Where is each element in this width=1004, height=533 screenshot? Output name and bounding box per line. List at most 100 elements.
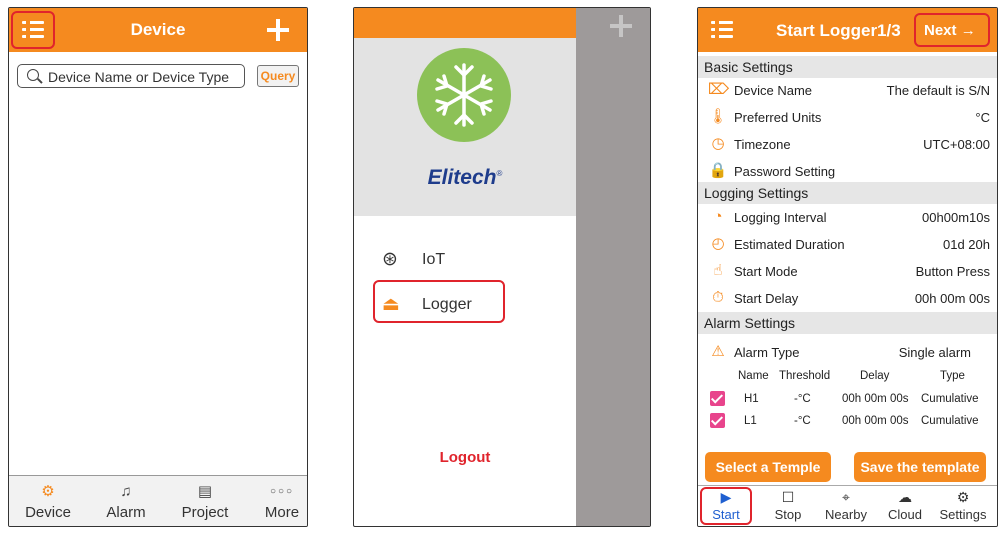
tab-device-label: Device — [25, 504, 71, 521]
setting-label: Alarm Type — [734, 345, 800, 360]
compass-icon: ⌖ — [842, 489, 850, 505]
tab-alarm[interactable]: ♫ Alarm — [99, 482, 153, 521]
device-header: Device — [9, 8, 307, 52]
device-tab-bar: ⚙ Device ♫ Alarm ▤ Project ○○○ More — [9, 475, 307, 526]
tab-settings[interactable]: ⚙ Settings — [936, 489, 990, 522]
tab-settings-label: Settings — [939, 507, 987, 522]
hand-press-icon: ☝ — [713, 262, 723, 279]
setting-row-preferred-units[interactable]: 🌡 Preferred Units °C — [698, 105, 997, 131]
tab-nearby-label: Nearby — [825, 507, 867, 522]
tab-start[interactable]: ▶ Start — [704, 489, 748, 522]
table-row[interactable]: H1 -°C 00h 00m 00s Cumulative — [698, 391, 997, 411]
setting-label: Preferred Units — [734, 110, 822, 125]
tab-nearby[interactable]: ⌖ Nearby — [822, 489, 870, 522]
alarm-threshold: -°C — [794, 393, 811, 405]
add-device-icon[interactable] — [267, 19, 289, 41]
setting-label: Logging Interval — [734, 210, 827, 225]
select-template-button[interactable]: Select a Temple — [705, 452, 831, 482]
query-button[interactable]: Query — [257, 65, 299, 87]
tab-more[interactable]: ○○○ More — [259, 482, 305, 521]
tab-cloud-label: Cloud — [888, 507, 922, 522]
logger-header: Start Logger1/3 Next → — [698, 8, 997, 52]
alarm-threshold: -°C — [794, 415, 811, 427]
stopwatch-icon: ⏱ — [712, 289, 724, 306]
tab-stop-label: Stop — [774, 507, 802, 522]
snowflake-logo-icon — [417, 48, 511, 142]
alarm-col-name: Name — [738, 370, 769, 382]
more-dots-icon: ○○○ — [269, 486, 295, 497]
menu-top-bar — [354, 8, 576, 38]
setting-value: °C — [975, 110, 990, 125]
lock-icon: 🔒 — [708, 162, 728, 179]
dimmed-plus-icon — [610, 15, 632, 37]
setting-value: Single alarm — [898, 345, 971, 360]
side-menu-screen: Elitech® ⊛ IoT ⏏ Logger Logout — [353, 7, 651, 527]
logger-icon: ⏏ — [382, 294, 400, 315]
setting-row-logging-interval[interactable]: ◔ Logging Interval 00h00m10s — [698, 205, 997, 231]
globe-icon: ⊛ — [382, 249, 398, 270]
setting-label: Start Delay — [734, 291, 799, 306]
stop-icon: ☐ — [781, 489, 795, 505]
setting-row-device-name[interactable]: ⌦ Device Name The default is S/N — [698, 78, 997, 104]
alarm-col-delay: Delay — [860, 370, 890, 382]
setting-value: The default is S/N — [886, 83, 990, 98]
setting-label: Timezone — [734, 137, 791, 152]
setting-value: UTC+08:00 — [923, 137, 990, 152]
alarm-checkbox[interactable] — [710, 413, 725, 428]
setting-row-timezone[interactable]: ◷ Timezone UTC+08:00 — [698, 132, 997, 158]
setting-value: 00h 00m 00s — [914, 291, 990, 306]
tab-alarm-label: Alarm — [106, 504, 146, 521]
menu-item-iot-label: IoT — [422, 250, 446, 268]
interval-clock-icon: ◔ — [713, 208, 723, 225]
logout-button[interactable]: Logout — [354, 449, 576, 466]
setting-value: 00h00m10s — [922, 210, 990, 225]
menu-item-iot[interactable]: ⊛ IoT — [382, 248, 445, 271]
tab-device[interactable]: ⚙ Device — [21, 482, 75, 521]
setting-label: Estimated Duration — [734, 237, 845, 252]
setting-row-alarm-type[interactable]: ⚠ Alarm Type Single alarm — [698, 340, 997, 366]
thermometer-icon: 🌡 — [708, 108, 728, 125]
search-icon — [27, 69, 39, 81]
alarm-table-header: Name Threshold Delay Type — [698, 370, 997, 386]
search-placeholder: Device Name or Device Type — [48, 69, 230, 85]
alarm-type: Cumulative — [921, 415, 979, 427]
menu-brand-panel: Elitech® — [354, 38, 576, 216]
tag-icon: ⌦ — [708, 81, 730, 98]
tab-stop[interactable]: ☐ Stop — [768, 489, 808, 522]
setting-row-start-mode[interactable]: ☝ Start Mode Button Press — [698, 259, 997, 285]
setting-value: 01d 20h — [943, 237, 990, 252]
project-doc-icon: ▤ — [197, 483, 213, 500]
alarm-name: H1 — [744, 393, 759, 405]
next-label: Next — [924, 22, 957, 39]
device-screen: Device Device Name or Device Type Query … — [8, 7, 308, 527]
dimmed-overlay[interactable] — [576, 8, 650, 526]
alarm-col-threshold: Threshold — [779, 370, 831, 382]
alarm-checkbox[interactable] — [710, 391, 725, 406]
setting-value: Button Press — [915, 264, 990, 279]
search-input[interactable]: Device Name or Device Type — [17, 64, 245, 88]
menu-item-logger[interactable]: ⏏ Logger — [382, 293, 472, 316]
save-template-button[interactable]: Save the template — [854, 452, 986, 482]
alarm-name: L1 — [744, 415, 757, 427]
table-row[interactable]: L1 -°C 00h 00m 00s Cumulative — [698, 413, 997, 433]
settings-gear-icon: ⚙ — [956, 489, 970, 505]
alarm-siren-icon: ⚠ — [711, 343, 725, 360]
brand-logo: Elitech® — [427, 166, 503, 189]
next-button[interactable]: Next → — [924, 22, 976, 39]
section-basic-settings: Basic Settings — [698, 56, 997, 78]
tab-project-label: Project — [181, 504, 229, 521]
alarm-delay: 00h 00m 00s — [842, 415, 909, 427]
tab-cloud[interactable]: ☁ Cloud — [884, 489, 926, 522]
logger-tab-bar: ▶ Start ☐ Stop ⌖ Nearby ☁ Cloud ⚙ Settin… — [698, 485, 997, 526]
clock-icon: ◷ — [711, 135, 725, 152]
setting-row-start-delay[interactable]: ⏱ Start Delay 00h 00m 00s — [698, 286, 997, 312]
play-icon: ▶ — [720, 489, 732, 505]
cloud-icon: ☁ — [898, 489, 912, 505]
menu-icon[interactable] — [711, 21, 733, 39]
tab-project[interactable]: ▤ Project — [175, 482, 235, 521]
start-logger-screen: Start Logger1/3 Next → Basic Settings ⌦ … — [697, 7, 998, 527]
device-gear-icon: ⚙ — [41, 483, 55, 500]
page-title: Start Logger1/3 — [776, 21, 901, 40]
bell-icon: ♫ — [120, 483, 132, 500]
setting-row-estimated-duration: ◴ Estimated Duration 01d 20h — [698, 232, 997, 258]
